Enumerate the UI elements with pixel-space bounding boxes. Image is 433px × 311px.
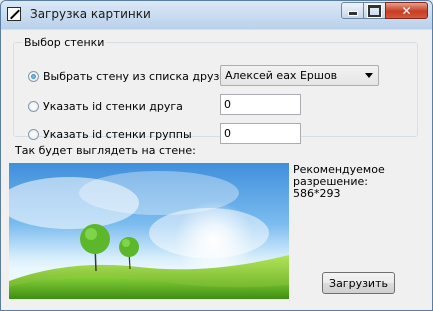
window-content: Выбор стенки Выбрать стену из списка дру… [9, 30, 424, 304]
radio-label: Выбрать стену из списка друзей [43, 70, 234, 83]
friend-select[interactable]: Алексей еах Ершов [220, 65, 379, 86]
radio-friend-list[interactable]: Выбрать стену из списка друзей [28, 70, 233, 83]
wallpaper-preview-image [9, 163, 289, 299]
minimize-icon [347, 11, 358, 16]
minimize-button[interactable] [341, 2, 364, 19]
preview-label: Так будет выглядеть на стене: [15, 144, 196, 157]
green-hills-picture [9, 171, 289, 299]
title-bar[interactable]: Загрузка картинки ✕ [1, 1, 432, 29]
radio-label: Указать id стенки друга [43, 100, 183, 113]
group-id-input[interactable]: 0 [220, 123, 301, 144]
radio-friend-id[interactable]: Указать id стенки друга [28, 100, 183, 113]
radio-label: Указать id стенки группы [43, 128, 192, 141]
resolution-value: 586*293 [293, 187, 341, 200]
radio-group-id[interactable]: Указать id стенки группы [28, 128, 192, 141]
upload-button[interactable]: Загрузить [322, 272, 395, 294]
close-button[interactable]: ✕ [385, 2, 428, 19]
maximize-icon [368, 4, 381, 17]
radio-button[interactable] [28, 129, 39, 140]
wall-selection-group: Выбор стенки Выбрать стену из списка дру… [13, 36, 418, 144]
friend-id-input[interactable]: 0 [220, 94, 301, 115]
chevron-down-icon [365, 73, 373, 78]
maximize-button[interactable] [363, 2, 386, 19]
close-icon: ✕ [401, 3, 412, 18]
recommended-resolution: Рекомендуемое разрешение: 586*293 [293, 164, 413, 200]
group-legend: Выбор стенки [22, 36, 107, 49]
window-title: Загрузка картинки [30, 7, 151, 21]
friend-select-value: Алексей еах Ершов [225, 69, 338, 82]
upload-picture-window: Загрузка картинки ✕ Выбор стенки Выбрать… [0, 0, 433, 311]
radio-button[interactable] [28, 101, 39, 112]
pencil-icon [7, 7, 21, 21]
radio-button-checked[interactable] [28, 71, 39, 82]
